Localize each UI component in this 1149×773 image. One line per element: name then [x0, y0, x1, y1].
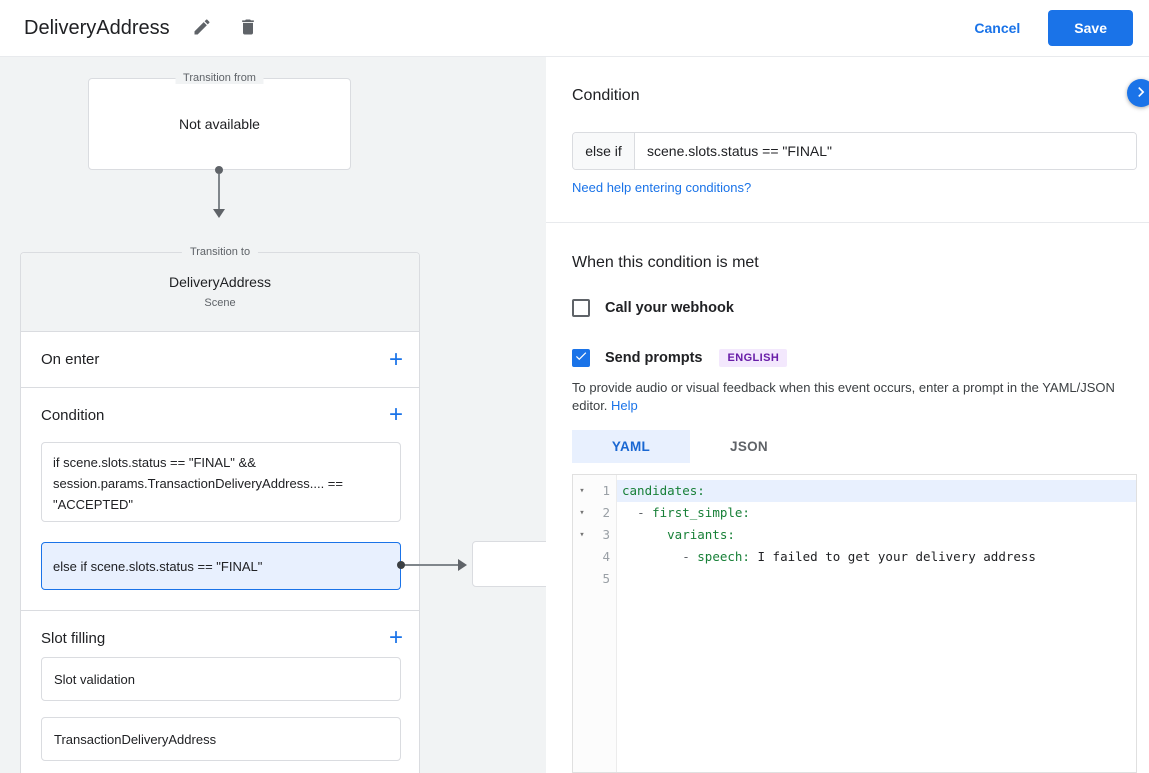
condition-help-link[interactable]: Need help entering conditions?: [572, 180, 751, 195]
edit-title-button[interactable]: [188, 14, 216, 42]
connector-dot: [215, 166, 223, 174]
connector-line: [404, 564, 459, 566]
send-prompts-checkbox[interactable]: [572, 349, 590, 367]
code-text[interactable]: - first_simple:: [617, 502, 1136, 524]
line-number: 5: [602, 571, 610, 586]
slot-item[interactable]: TransactionDeliveryAddress: [41, 717, 401, 761]
scene-canvas[interactable]: Transition from Not available Transition…: [0, 57, 546, 773]
code-token: first_simple:: [652, 505, 750, 520]
code-text[interactable]: - speech: I failed to get your delivery …: [617, 546, 1136, 568]
code-token: -: [637, 505, 653, 520]
webhook-option-row: Call your webhook: [572, 298, 734, 318]
condition-expression-input[interactable]: [635, 133, 1136, 169]
code-line: ▾ 3 variants:: [573, 524, 1136, 546]
code-text[interactable]: [617, 568, 1136, 590]
condition-expression-row: else if: [572, 132, 1137, 170]
line-number: 1: [602, 483, 610, 498]
code-line: ▾ 2 - first_simple:: [573, 502, 1136, 524]
panel-title: Condition: [572, 87, 640, 104]
when-condition-met-heading: When this condition is met: [572, 254, 759, 271]
condition-heading: Condition: [41, 406, 105, 424]
scene-card: Transition to DeliveryAddress Scene On e…: [20, 246, 420, 773]
scene-type: Scene: [204, 297, 236, 309]
add-on-enter-button[interactable]: +: [389, 347, 403, 372]
send-prompts-label[interactable]: Send prompts: [605, 350, 702, 366]
code-token: variants:: [667, 527, 735, 542]
condition-editor-panel: Condition else if Need help entering con…: [546, 57, 1149, 773]
code-editor-lines: ▾ 1 candidates: ▾ 2 - first_simple: ▾ 3 varian…: [573, 475, 1136, 590]
editor-format-tabs: YAML JSON: [572, 430, 808, 463]
transition-from-box[interactable]: Transition from Not available: [88, 72, 351, 170]
yaml-code-editor[interactable]: ▾ 1 candidates: ▾ 2 - first_simple: ▾ 3 varian…: [572, 474, 1137, 773]
tab-yaml[interactable]: YAML: [572, 430, 690, 463]
delete-scene-button[interactable]: [234, 14, 262, 42]
connector-dot: [397, 561, 405, 569]
transition-to-label: Transition to: [181, 246, 259, 258]
page-title: DeliveryAddress: [24, 16, 170, 39]
connector-arrowhead-icon: [213, 209, 225, 218]
code-token: -: [682, 549, 698, 564]
condition-item[interactable]: if scene.slots.status == "FINAL" && sess…: [41, 442, 401, 522]
condition-item-selected[interactable]: else if scene.slots.status == "FINAL": [41, 542, 401, 590]
fold-toggle-icon[interactable]: ▾: [573, 502, 591, 524]
line-number: 4: [602, 549, 610, 564]
checkmark-icon: [574, 349, 588, 368]
line-number: 3: [602, 527, 610, 542]
code-text[interactable]: variants:: [617, 524, 1136, 546]
code-token: candidates:: [622, 483, 705, 498]
condition-prefix-label: else if: [573, 133, 635, 169]
transition-from-label: Transition from: [175, 72, 264, 84]
prompt-description: To provide audio or visual feedback when…: [572, 379, 1134, 414]
app-header: DeliveryAddress Cancel Save: [0, 0, 1149, 57]
code-line: 4 - speech: I failed to get your deliver…: [573, 546, 1136, 568]
code-token: speech:: [697, 549, 750, 564]
on-enter-heading: On enter: [41, 351, 100, 368]
chevron-right-icon: [1131, 82, 1149, 105]
transition-target-box[interactable]: [472, 541, 546, 587]
fold-toggle-icon[interactable]: ▾: [573, 480, 591, 502]
trash-icon: [238, 17, 258, 40]
fold-toggle-icon[interactable]: ▾: [573, 524, 591, 546]
line-number: 2: [602, 505, 610, 520]
webhook-checkbox[interactable]: [572, 299, 590, 317]
code-token: I failed to get your delivery address: [749, 549, 1036, 564]
add-condition-button[interactable]: +: [389, 403, 403, 427]
connector-arrowhead-icon: [458, 559, 467, 571]
webhook-label[interactable]: Call your webhook: [605, 300, 734, 316]
condition-section: Condition + if scene.slots.status == "FI…: [21, 388, 419, 611]
add-slot-filling-button[interactable]: +: [389, 626, 403, 650]
slot-filling-heading: Slot filling: [41, 629, 106, 647]
scene-name: DeliveryAddress: [169, 274, 271, 290]
section-divider: [546, 222, 1149, 223]
code-line: 5: [573, 568, 1136, 590]
on-enter-section: On enter +: [21, 332, 419, 388]
app-root: DeliveryAddress Cancel Save Transition f…: [0, 0, 1149, 773]
pencil-icon: [192, 17, 212, 40]
send-prompts-option-row: Send prompts ENGLISH: [572, 348, 788, 368]
help-link[interactable]: Help: [611, 398, 638, 413]
slot-item[interactable]: Slot validation: [41, 657, 401, 701]
scene-card-header[interactable]: DeliveryAddress Scene: [21, 253, 419, 332]
prompt-description-text: To provide audio or visual feedback when…: [572, 380, 1115, 413]
slot-filling-section: Slot filling + Slot validation Transacti…: [21, 611, 419, 773]
tab-json[interactable]: JSON: [690, 430, 808, 463]
save-button[interactable]: Save: [1048, 10, 1133, 46]
cancel-button[interactable]: Cancel: [974, 20, 1020, 36]
collapse-panel-button[interactable]: [1127, 79, 1149, 107]
language-badge: ENGLISH: [719, 349, 788, 367]
code-line: ▾ 1 candidates:: [573, 480, 1136, 502]
connector-line: [218, 174, 220, 210]
transition-from-content: Not available: [179, 116, 260, 132]
code-text[interactable]: candidates:: [617, 480, 1136, 502]
